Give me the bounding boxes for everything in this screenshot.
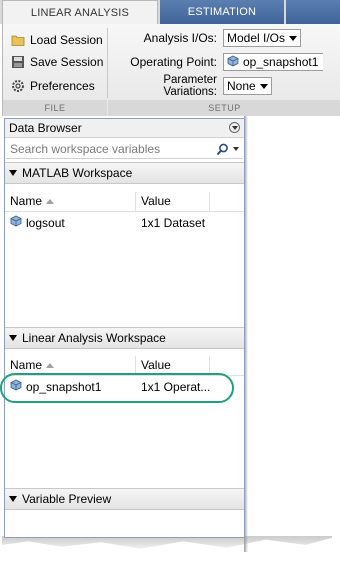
dataset-icon <box>10 213 22 233</box>
chevron-down-icon <box>289 35 298 41</box>
load-session-label: Load Session <box>30 33 103 47</box>
analysis-ios-row: Analysis I/Os: Model I/Os <box>107 27 337 49</box>
value-column-header[interactable]: Value <box>141 194 171 208</box>
tab-overflow[interactable] <box>286 0 340 24</box>
sort-ascending-icon <box>46 362 55 368</box>
name-column-header[interactable]: Name <box>10 358 55 372</box>
param-variations-label: Parameter Variations: <box>163 74 217 98</box>
name-column-header[interactable]: Name <box>10 194 55 208</box>
linear-analysis-workspace-title: Linear Analysis Workspace <box>22 331 166 345</box>
param-variations-row: Parameter Variations: None <box>107 74 337 98</box>
sort-ascending-icon <box>46 198 55 204</box>
variable-name: logsout <box>26 216 65 230</box>
folder-icon <box>11 33 25 47</box>
column-divider <box>209 192 210 212</box>
operating-point-dropdown[interactable]: op_snapshot1 <box>223 53 323 71</box>
operating-point-value: op_snapshot1 <box>243 55 319 69</box>
gear-icon <box>11 79 25 93</box>
save-session-button[interactable]: Save Session <box>11 52 103 72</box>
variable-value: 1x1 Dataset <box>141 216 206 230</box>
variable-preview-title: Variable Preview <box>22 492 112 506</box>
analysis-ios-value: Model I/Os <box>227 31 286 45</box>
linear-analysis-workspace-header[interactable]: Linear Analysis Workspace <box>5 327 244 349</box>
load-session-button[interactable]: Load Session <box>11 30 103 50</box>
search-placeholder: Search workspace variables <box>10 142 161 156</box>
column-divider <box>135 192 136 212</box>
name-column-label: Name <box>10 194 43 208</box>
data-browser-panel: Data Browser Search workspace variables … <box>4 118 245 538</box>
preferences-label: Preferences <box>30 79 95 93</box>
torn-edge-shadow <box>2 536 332 549</box>
search-input[interactable]: Search workspace variables <box>6 139 243 159</box>
highlight-annotation <box>0 373 234 403</box>
collapse-triangle-icon <box>9 170 17 176</box>
table-row[interactable]: logsout 1x1 Dataset <box>5 213 244 233</box>
analysis-ios-label: Analysis I/Os: <box>143 31 217 45</box>
operating-point-label: Operating Point: <box>130 55 217 69</box>
variable-preview-header[interactable]: Variable Preview <box>5 488 244 510</box>
name-column-label: Name <box>10 358 43 372</box>
collapse-triangle-icon <box>9 335 17 341</box>
search-icon[interactable] <box>216 142 229 162</box>
collapse-triangle-icon <box>9 496 17 502</box>
chevron-down-icon[interactable] <box>233 147 239 151</box>
param-variations-value: None <box>227 79 256 93</box>
preferences-button[interactable]: Preferences <box>11 76 95 96</box>
save-icon <box>11 55 25 69</box>
operating-point-row: Operating Point: op_snapshot1 <box>107 51 340 73</box>
data-browser-title: Data Browser <box>9 121 82 135</box>
matlab-workspace-title: MATLAB Workspace <box>22 166 133 180</box>
analysis-ios-dropdown[interactable]: Model I/Os <box>223 29 302 47</box>
data-browser-header: Data Browser <box>5 119 244 138</box>
file-group-label: FILE <box>3 100 107 116</box>
toolstrip-ribbon: Load Session Save Session Preferences An… <box>2 24 340 116</box>
matlab-workspace-header[interactable]: MATLAB Workspace <box>5 162 244 184</box>
chevron-down-icon <box>259 83 268 89</box>
value-column-header[interactable]: Value <box>141 358 171 372</box>
setup-group-label: SETUP <box>108 100 340 116</box>
param-variations-dropdown[interactable]: None <box>223 77 272 95</box>
panel-menu-icon[interactable] <box>229 122 240 133</box>
toolstrip-tabs: LINEAR ANALYSIS ESTIMATION <box>0 0 340 24</box>
save-session-label: Save Session <box>30 55 104 69</box>
matlab-workspace-columns: Name Value <box>5 192 244 212</box>
tab-estimation[interactable]: ESTIMATION <box>160 0 284 24</box>
tab-linear-analysis[interactable]: LINEAR ANALYSIS <box>2 0 158 24</box>
op-point-icon <box>227 55 239 70</box>
